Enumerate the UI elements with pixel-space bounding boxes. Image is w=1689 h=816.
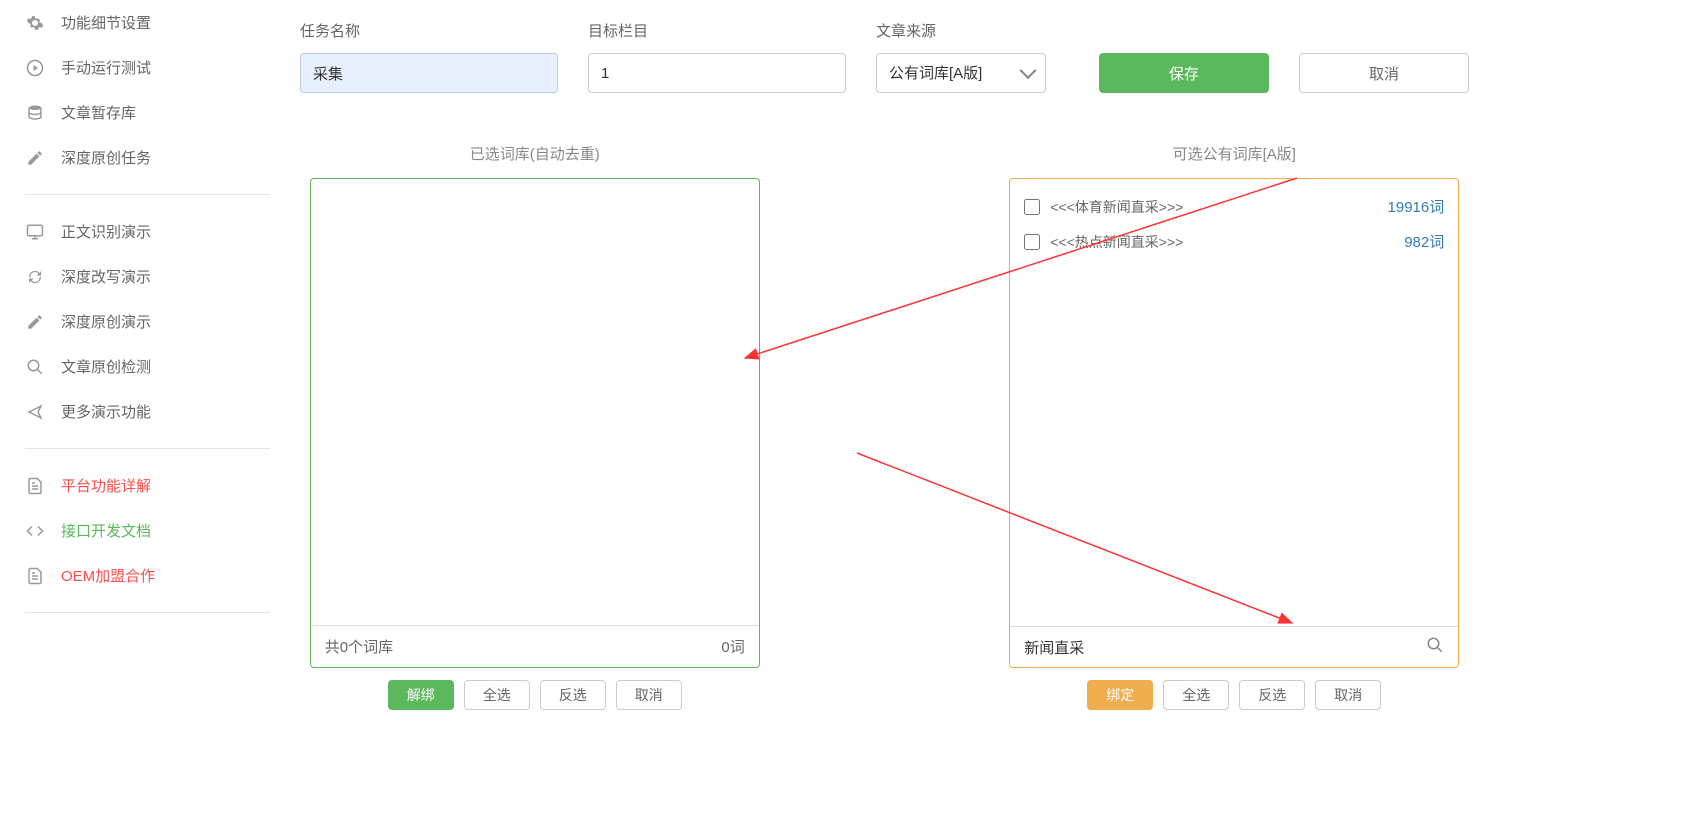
form-row: 任务名称 目标栏目 文章来源 公有词库[A版] 保存 取消 [300, 20, 1469, 93]
sidebar-item[interactable]: 功能细节设置 [25, 0, 270, 45]
available-panel-title: 可选公有词库[A版] [1173, 143, 1296, 164]
select-all-button[interactable]: 全选 [464, 680, 530, 710]
sidebar: 功能细节设置手动运行测试文章暂存库深度原创任务 正文识别演示深度改写演示深度原创… [25, 0, 270, 627]
sidebar-divider [25, 612, 270, 613]
target-input[interactable] [588, 53, 846, 93]
cancel-selection-button[interactable]: 取消 [1315, 680, 1381, 710]
sidebar-item[interactable]: 平台功能详解 [25, 463, 270, 508]
play-icon [25, 58, 45, 78]
sidebar-item[interactable]: 手动运行测试 [25, 45, 270, 90]
available-search-footer [1010, 626, 1458, 667]
share-icon [25, 402, 45, 422]
sidebar-item-label: 深度原创演示 [61, 311, 151, 332]
selected-count-label: 共0个词库 [325, 636, 393, 657]
selected-word-count: 0词 [721, 636, 744, 657]
sidebar-item[interactable]: OEM加盟合作 [25, 553, 270, 598]
sidebar-item-label: 接口开发文档 [61, 520, 151, 541]
bind-button[interactable]: 绑定 [1087, 680, 1153, 710]
save-button[interactable]: 保存 [1099, 53, 1269, 93]
sidebar-item-label: 功能细节设置 [61, 12, 151, 33]
sidebar-item[interactable]: 深度改写演示 [25, 254, 270, 299]
sidebar-item[interactable]: 文章暂存库 [25, 90, 270, 135]
sidebar-item[interactable]: 接口开发文档 [25, 508, 270, 553]
sidebar-item[interactable]: 深度原创任务 [25, 135, 270, 180]
sidebar-item[interactable]: 深度原创演示 [25, 299, 270, 344]
library-checkbox[interactable] [1024, 199, 1040, 215]
sidebar-item-label: OEM加盟合作 [61, 565, 155, 586]
available-panel-body: <<<体育新闻直采>>>19916词<<<热点新闻直采>>>982词 [1010, 179, 1458, 626]
sidebar-item-label: 正文识别演示 [61, 221, 151, 242]
sidebar-item-label: 文章原创检测 [61, 356, 151, 377]
sidebar-item[interactable]: 更多演示功能 [25, 389, 270, 434]
cancel-button[interactable]: 取消 [1299, 53, 1469, 93]
search-icon [25, 357, 45, 377]
sidebar-divider [25, 194, 270, 195]
sidebar-item[interactable]: 正文识别演示 [25, 209, 270, 254]
library-row: <<<体育新闻直采>>>19916词 [1020, 189, 1448, 224]
monitor-icon [25, 222, 45, 242]
gear-icon [25, 13, 45, 33]
library-name: <<<热点新闻直采>>> [1050, 232, 1404, 252]
available-panel: <<<体育新闻直采>>>19916词<<<热点新闻直采>>>982词 [1009, 178, 1459, 668]
selected-panel-title: 已选词库(自动去重) [470, 143, 600, 164]
sidebar-item[interactable]: 文章原创检测 [25, 344, 270, 389]
sidebar-item-label: 手动运行测试 [61, 57, 151, 78]
library-count: 982词 [1404, 231, 1444, 252]
sidebar-item-label: 文章暂存库 [61, 102, 136, 123]
refresh-icon [25, 267, 45, 287]
sidebar-item-label: 深度原创任务 [61, 147, 151, 168]
database-icon [25, 103, 45, 123]
library-row: <<<热点新闻直采>>>982词 [1020, 224, 1448, 259]
target-label: 目标栏目 [588, 20, 846, 41]
panels-container: 已选词库(自动去重) 共0个词库 0词 解绑 全选 反选 取消 可选公有词库[A… [300, 143, 1469, 710]
doc-icon [25, 566, 45, 586]
edit-icon [25, 148, 45, 168]
source-select[interactable]: 公有词库[A版] [876, 53, 1046, 93]
main-content: 任务名称 目标栏目 文章来源 公有词库[A版] 保存 取消 已选词库(自动去重) [300, 20, 1469, 710]
task-name-label: 任务名称 [300, 20, 558, 41]
doc-icon [25, 476, 45, 496]
sidebar-divider [25, 448, 270, 449]
edit-icon [25, 312, 45, 332]
task-name-input[interactable] [300, 53, 558, 93]
search-input[interactable] [1010, 627, 1458, 667]
sidebar-item-label: 更多演示功能 [61, 401, 151, 422]
code-icon [25, 521, 45, 541]
source-label: 文章来源 [876, 20, 1046, 41]
selected-panel-body [311, 179, 759, 625]
library-count: 19916词 [1388, 196, 1445, 217]
library-name: <<<体育新闻直采>>> [1050, 197, 1387, 217]
sidebar-item-label: 深度改写演示 [61, 266, 151, 287]
library-checkbox[interactable] [1024, 234, 1040, 250]
unbind-button[interactable]: 解绑 [388, 680, 454, 710]
selected-panel-footer: 共0个词库 0词 [311, 625, 759, 667]
cancel-selection-button[interactable]: 取消 [616, 680, 682, 710]
select-all-button[interactable]: 全选 [1163, 680, 1229, 710]
selected-panel: 共0个词库 0词 [310, 178, 760, 668]
invert-button[interactable]: 反选 [540, 680, 606, 710]
sidebar-item-label: 平台功能详解 [61, 475, 151, 496]
invert-button[interactable]: 反选 [1239, 680, 1305, 710]
search-icon[interactable] [1426, 636, 1444, 658]
